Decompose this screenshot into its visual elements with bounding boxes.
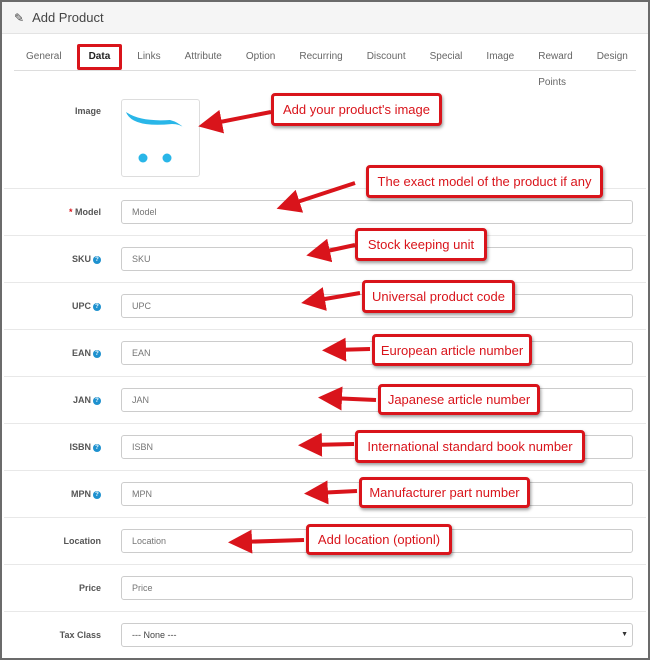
help-icon[interactable]: ? bbox=[93, 255, 101, 264]
model-label: * Model bbox=[68, 207, 101, 217]
tab-data[interactable]: Data bbox=[76, 44, 123, 70]
image-label: Image bbox=[74, 106, 101, 116]
price-label: Price bbox=[78, 583, 101, 593]
form-row-mpn: MPN? bbox=[4, 470, 646, 517]
tab-discount[interactable]: Discount bbox=[355, 44, 418, 70]
panel-header: ✎ Add Product bbox=[2, 2, 648, 34]
tab-links[interactable]: Links bbox=[125, 44, 172, 70]
ean-label: EAN? bbox=[1, 348, 101, 358]
upc-label: UPC? bbox=[1, 301, 101, 311]
form-row-ean: EAN? bbox=[4, 329, 646, 376]
page-title: Add Product bbox=[32, 10, 104, 25]
price-input[interactable] bbox=[121, 576, 633, 600]
tab-bar: General Data Links Attribute Option Recurring… bbox=[14, 44, 636, 88]
cart-logo-icon bbox=[126, 112, 184, 163]
annotation-callout: European article number bbox=[372, 334, 532, 366]
jan-input[interactable] bbox=[121, 388, 633, 412]
model-input[interactable] bbox=[121, 200, 633, 224]
mpn-label: MPN? bbox=[1, 489, 101, 499]
location-label: Location bbox=[63, 536, 102, 546]
pencil-icon: ✎ bbox=[14, 10, 25, 25]
help-icon[interactable]: ? bbox=[93, 349, 101, 358]
tab-general[interactable]: General bbox=[14, 44, 74, 70]
help-icon[interactable]: ? bbox=[93, 396, 101, 405]
tab-design[interactable]: Design bbox=[585, 44, 640, 70]
annotation-callout: International standard book number bbox=[355, 430, 585, 463]
isbn-label: ISBN? bbox=[1, 442, 101, 452]
help-icon[interactable]: ? bbox=[93, 490, 101, 499]
annotation-callout: Stock keeping unit bbox=[355, 228, 487, 261]
form-row-jan: JAN? bbox=[4, 376, 646, 423]
form-row-upc: UPC? bbox=[4, 282, 646, 329]
annotation-callout: Manufacturer part number bbox=[359, 477, 530, 508]
annotation-callout: Add your product's image bbox=[271, 93, 442, 126]
jan-label: JAN? bbox=[1, 395, 101, 405]
form-row-tax-class: Tax Class --- None --- ▼ bbox=[4, 611, 646, 658]
annotation-callout: Universal product code bbox=[362, 280, 515, 313]
form-row-sku: SKU? bbox=[4, 235, 646, 282]
product-image-thumbnail[interactable] bbox=[121, 99, 200, 177]
annotation-callout: Japanese article number bbox=[378, 384, 540, 415]
tab-reward-points[interactable]: Reward Points bbox=[526, 44, 584, 88]
help-icon[interactable]: ? bbox=[93, 443, 101, 452]
tab-option[interactable]: Option bbox=[234, 44, 287, 70]
help-icon[interactable]: ? bbox=[93, 302, 101, 311]
tax-class-label: Tax Class bbox=[59, 630, 101, 640]
tax-class-select[interactable]: --- None --- ▼ bbox=[121, 623, 633, 647]
tab-recurring[interactable]: Recurring bbox=[287, 44, 354, 70]
annotation-callout: The exact model of the product if any bbox=[366, 165, 603, 198]
sku-label: SKU? bbox=[1, 254, 101, 264]
dropdown-caret-icon: ▼ bbox=[621, 631, 628, 638]
annotation-callout: Add location (optionl) bbox=[306, 524, 452, 555]
tab-attribute[interactable]: Attribute bbox=[173, 44, 234, 70]
form-row-price: Price bbox=[4, 564, 646, 611]
tab-image[interactable]: Image bbox=[474, 44, 526, 70]
tab-special[interactable]: Special bbox=[418, 44, 475, 70]
